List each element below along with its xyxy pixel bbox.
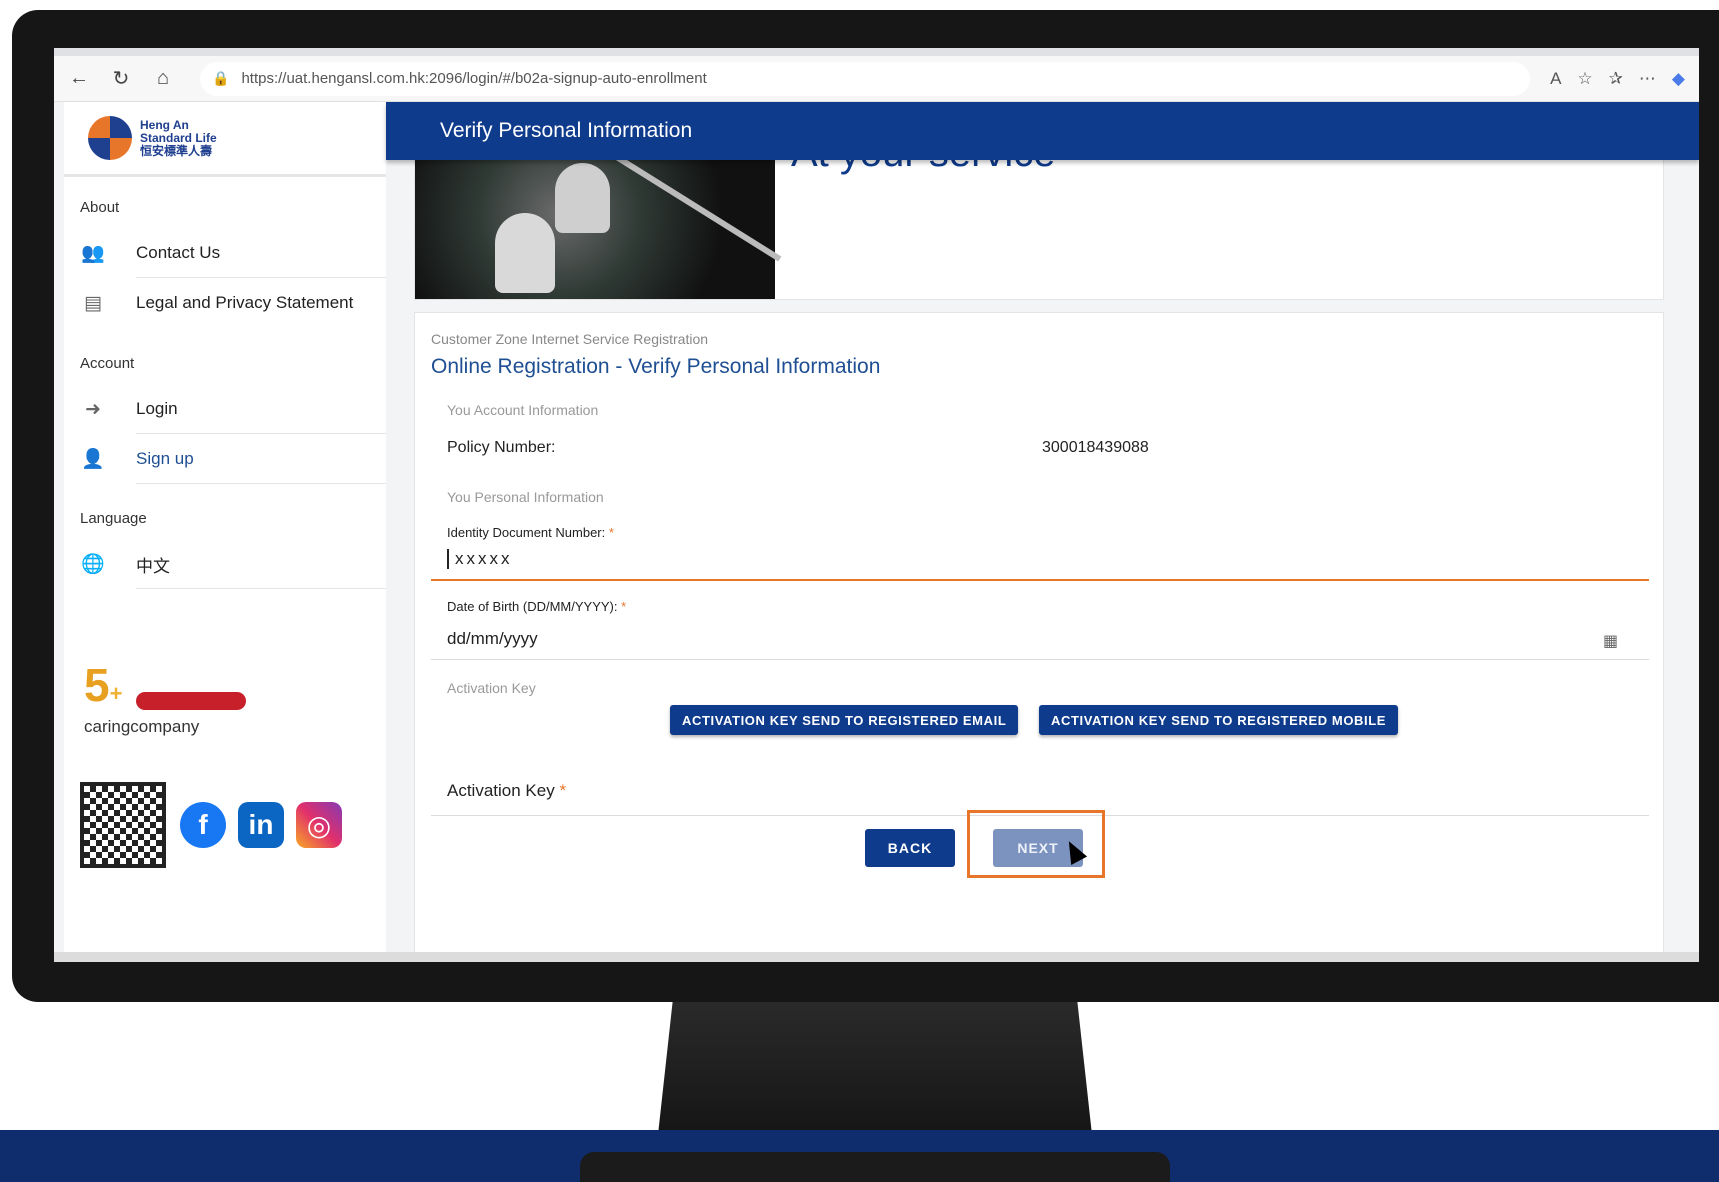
refresh-icon[interactable]: ↻: [104, 62, 138, 96]
globe-icon: 🌐: [81, 554, 105, 575]
page-header: Verify Personal Information: [386, 102, 1699, 160]
tab-strip: [54, 48, 1699, 56]
wechat-qr-code: [80, 782, 166, 868]
instagram-icon[interactable]: ◎: [296, 802, 342, 848]
caring-company-logo: 5+ caringcompany: [84, 662, 249, 752]
copilot-icon[interactable]: ◆: [1672, 69, 1685, 89]
read-aloud-icon[interactable]: A: [1550, 69, 1561, 89]
logo-mark-icon: [88, 116, 132, 160]
activation-section-heading: Activation Key: [447, 680, 536, 696]
section-language: Language: [80, 510, 147, 527]
rowing-photo: [415, 143, 782, 299]
page-title: Verify Personal Information: [440, 119, 693, 142]
calendar-icon[interactable]: ▦: [1603, 631, 1618, 651]
dob-label: Date of Birth (DD/MM/YYYY): *: [447, 599, 627, 614]
document-icon: ▤: [84, 292, 102, 314]
send-key-email-button[interactable]: ACTIVATION KEY SEND TO REGISTERED EMAIL: [670, 705, 1019, 735]
main-content: Verify Personal Information At your serv…: [386, 102, 1699, 962]
sidebar-item-signup[interactable]: 👤 Sign up: [64, 434, 386, 484]
sidebar-item-label: Contact Us: [136, 243, 221, 262]
id-input-underline: [431, 579, 1649, 581]
id-number-label: Identity Document Number: *: [447, 525, 614, 540]
add-user-icon: 👤: [81, 449, 105, 470]
home-icon[interactable]: ⌂: [146, 62, 180, 96]
personal-section-heading: You Personal Information: [447, 489, 604, 505]
favorites-icon[interactable]: ✰: [1609, 69, 1623, 89]
browser-toolbar: A ☆ ✰ ⋯ ◆: [1550, 69, 1685, 89]
contact-people-icon: 👥: [81, 243, 105, 264]
section-account: Account: [80, 355, 135, 372]
url-text: https://uat.hengansl.com.hk:2096/login/#…: [241, 70, 707, 87]
activation-key-label: Activation Key *: [447, 781, 567, 800]
browser-window: ← ↻ ⌂ 🔒 https://uat.hengansl.com.hk:2096…: [54, 48, 1699, 962]
id-number-input[interactable]: xxxxx: [447, 549, 513, 569]
company-logo[interactable]: Heng An Standard Life 恒安標準人壽: [64, 102, 386, 177]
favorite-star-icon[interactable]: ☆: [1577, 69, 1592, 89]
registration-form: Customer Zone Internet Service Registrat…: [414, 312, 1664, 962]
more-menu-icon[interactable]: ⋯: [1639, 69, 1656, 89]
address-bar: ← ↻ ⌂ 🔒 https://uat.hengansl.com.hk:2096…: [54, 56, 1699, 102]
dob-input-underline: [431, 659, 1649, 660]
banner: At your service: [414, 142, 1664, 300]
dob-input[interactable]: dd/mm/yyyy: [447, 629, 538, 649]
back-arrow-icon[interactable]: ←: [62, 62, 96, 96]
linkedin-icon[interactable]: in: [238, 802, 284, 848]
sidebar-item-legal[interactable]: ▤ Legal and Privacy Statement: [64, 278, 386, 328]
send-key-mobile-button[interactable]: ACTIVATION KEY SEND TO REGISTERED MOBILE: [1039, 705, 1399, 735]
policy-number-value: 300018439088: [1042, 439, 1149, 456]
url-box[interactable]: 🔒 https://uat.hengansl.com.hk:2096/login…: [200, 61, 1530, 96]
breadcrumb: Customer Zone Internet Service Registrat…: [431, 331, 709, 347]
facebook-icon[interactable]: f: [180, 802, 226, 848]
sidebar-item-label: Legal and Privacy Statement: [136, 293, 354, 312]
sidebar-item-label: 中文: [136, 556, 170, 576]
sidebar-item-contact[interactable]: 👥 Contact Us: [64, 228, 386, 278]
account-section-heading: You Account Information: [447, 402, 599, 418]
horizontal-scrollbar[interactable]: [54, 952, 1699, 962]
form-title: Online Registration - Verify Personal In…: [431, 355, 881, 378]
sidebar-item-label: Login: [136, 399, 178, 418]
sidebar-item-chinese[interactable]: 🌐 中文: [64, 539, 386, 589]
sidebar-item-login[interactable]: ➜ Login: [64, 384, 386, 434]
back-button[interactable]: BACK: [865, 829, 955, 867]
logo-text: Heng An Standard Life 恒安標準人壽: [140, 117, 217, 158]
lock-icon: 🔒: [212, 70, 230, 86]
sidebar: Heng An Standard Life 恒安標準人壽 About 👥 Con…: [64, 102, 386, 962]
policy-number-label: Policy Number:: [447, 439, 556, 456]
section-about: About: [80, 199, 120, 216]
login-icon: ➜: [85, 398, 101, 420]
sidebar-item-label: Sign up: [136, 449, 194, 468]
monitor-base: [580, 1152, 1170, 1182]
